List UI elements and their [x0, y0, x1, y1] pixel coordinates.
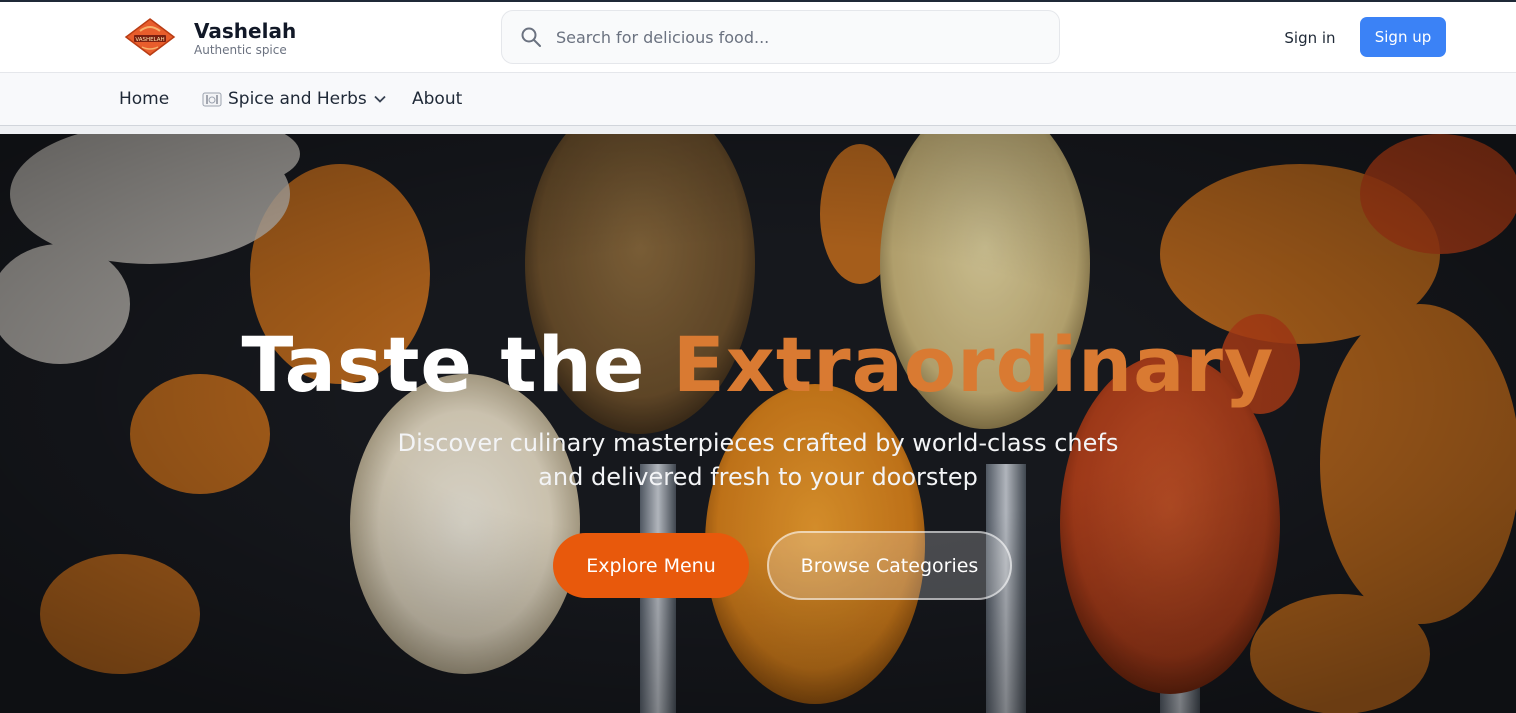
hero-title-plain: Taste the — [241, 320, 673, 409]
nav-item-label: Home — [119, 89, 170, 109]
search-input[interactable] — [554, 11, 1044, 63]
brand-tagline: Authentic spice — [194, 43, 287, 57]
browse-categories-button[interactable]: Browse Categories — [767, 531, 1012, 600]
nav-item-home[interactable]: Home — [119, 87, 169, 111]
nav-spacer — [0, 126, 1516, 134]
search-bar[interactable] — [501, 10, 1060, 64]
main-nav: Home Spice and Herbs About — [0, 73, 1516, 126]
logo-icon: VASHELAH — [124, 18, 176, 56]
hero-section: Taste the Extraordinary Discover culinar… — [0, 134, 1516, 713]
sign-in-button[interactable]: Sign in — [1272, 26, 1348, 50]
nav-item-label: Spice and Herbs — [228, 89, 367, 109]
logo-text: VASHELAH — [135, 37, 164, 43]
hero-title: Taste the Extraordinary — [0, 320, 1516, 409]
hero-title-accent: Extraordinary — [672, 320, 1275, 409]
hero-subtitle-line-1: Discover culinary masterpieces crafted b… — [397, 429, 1119, 457]
nav-item-label: About — [412, 89, 463, 109]
site-header: VASHELAH Vashelah Authentic spice Sign i… — [0, 2, 1516, 73]
hero-subtitle: Discover culinary masterpieces crafted b… — [0, 426, 1516, 494]
plate-icon — [202, 92, 222, 107]
chevron-down-icon — [374, 95, 386, 103]
sign-up-button[interactable]: Sign up — [1360, 17, 1446, 57]
search-icon — [521, 27, 541, 47]
brand-name[interactable]: Vashelah — [194, 19, 296, 43]
hero-background-image — [0, 134, 1516, 713]
explore-menu-button[interactable]: Explore Menu — [553, 533, 749, 598]
nav-item-about[interactable]: About — [412, 87, 462, 111]
nav-item-spice-and-herbs[interactable]: Spice and Herbs — [202, 87, 387, 111]
hero-subtitle-line-2: and delivered fresh to your doorstep — [538, 463, 978, 491]
brand-logo[interactable]: VASHELAH — [122, 17, 178, 57]
